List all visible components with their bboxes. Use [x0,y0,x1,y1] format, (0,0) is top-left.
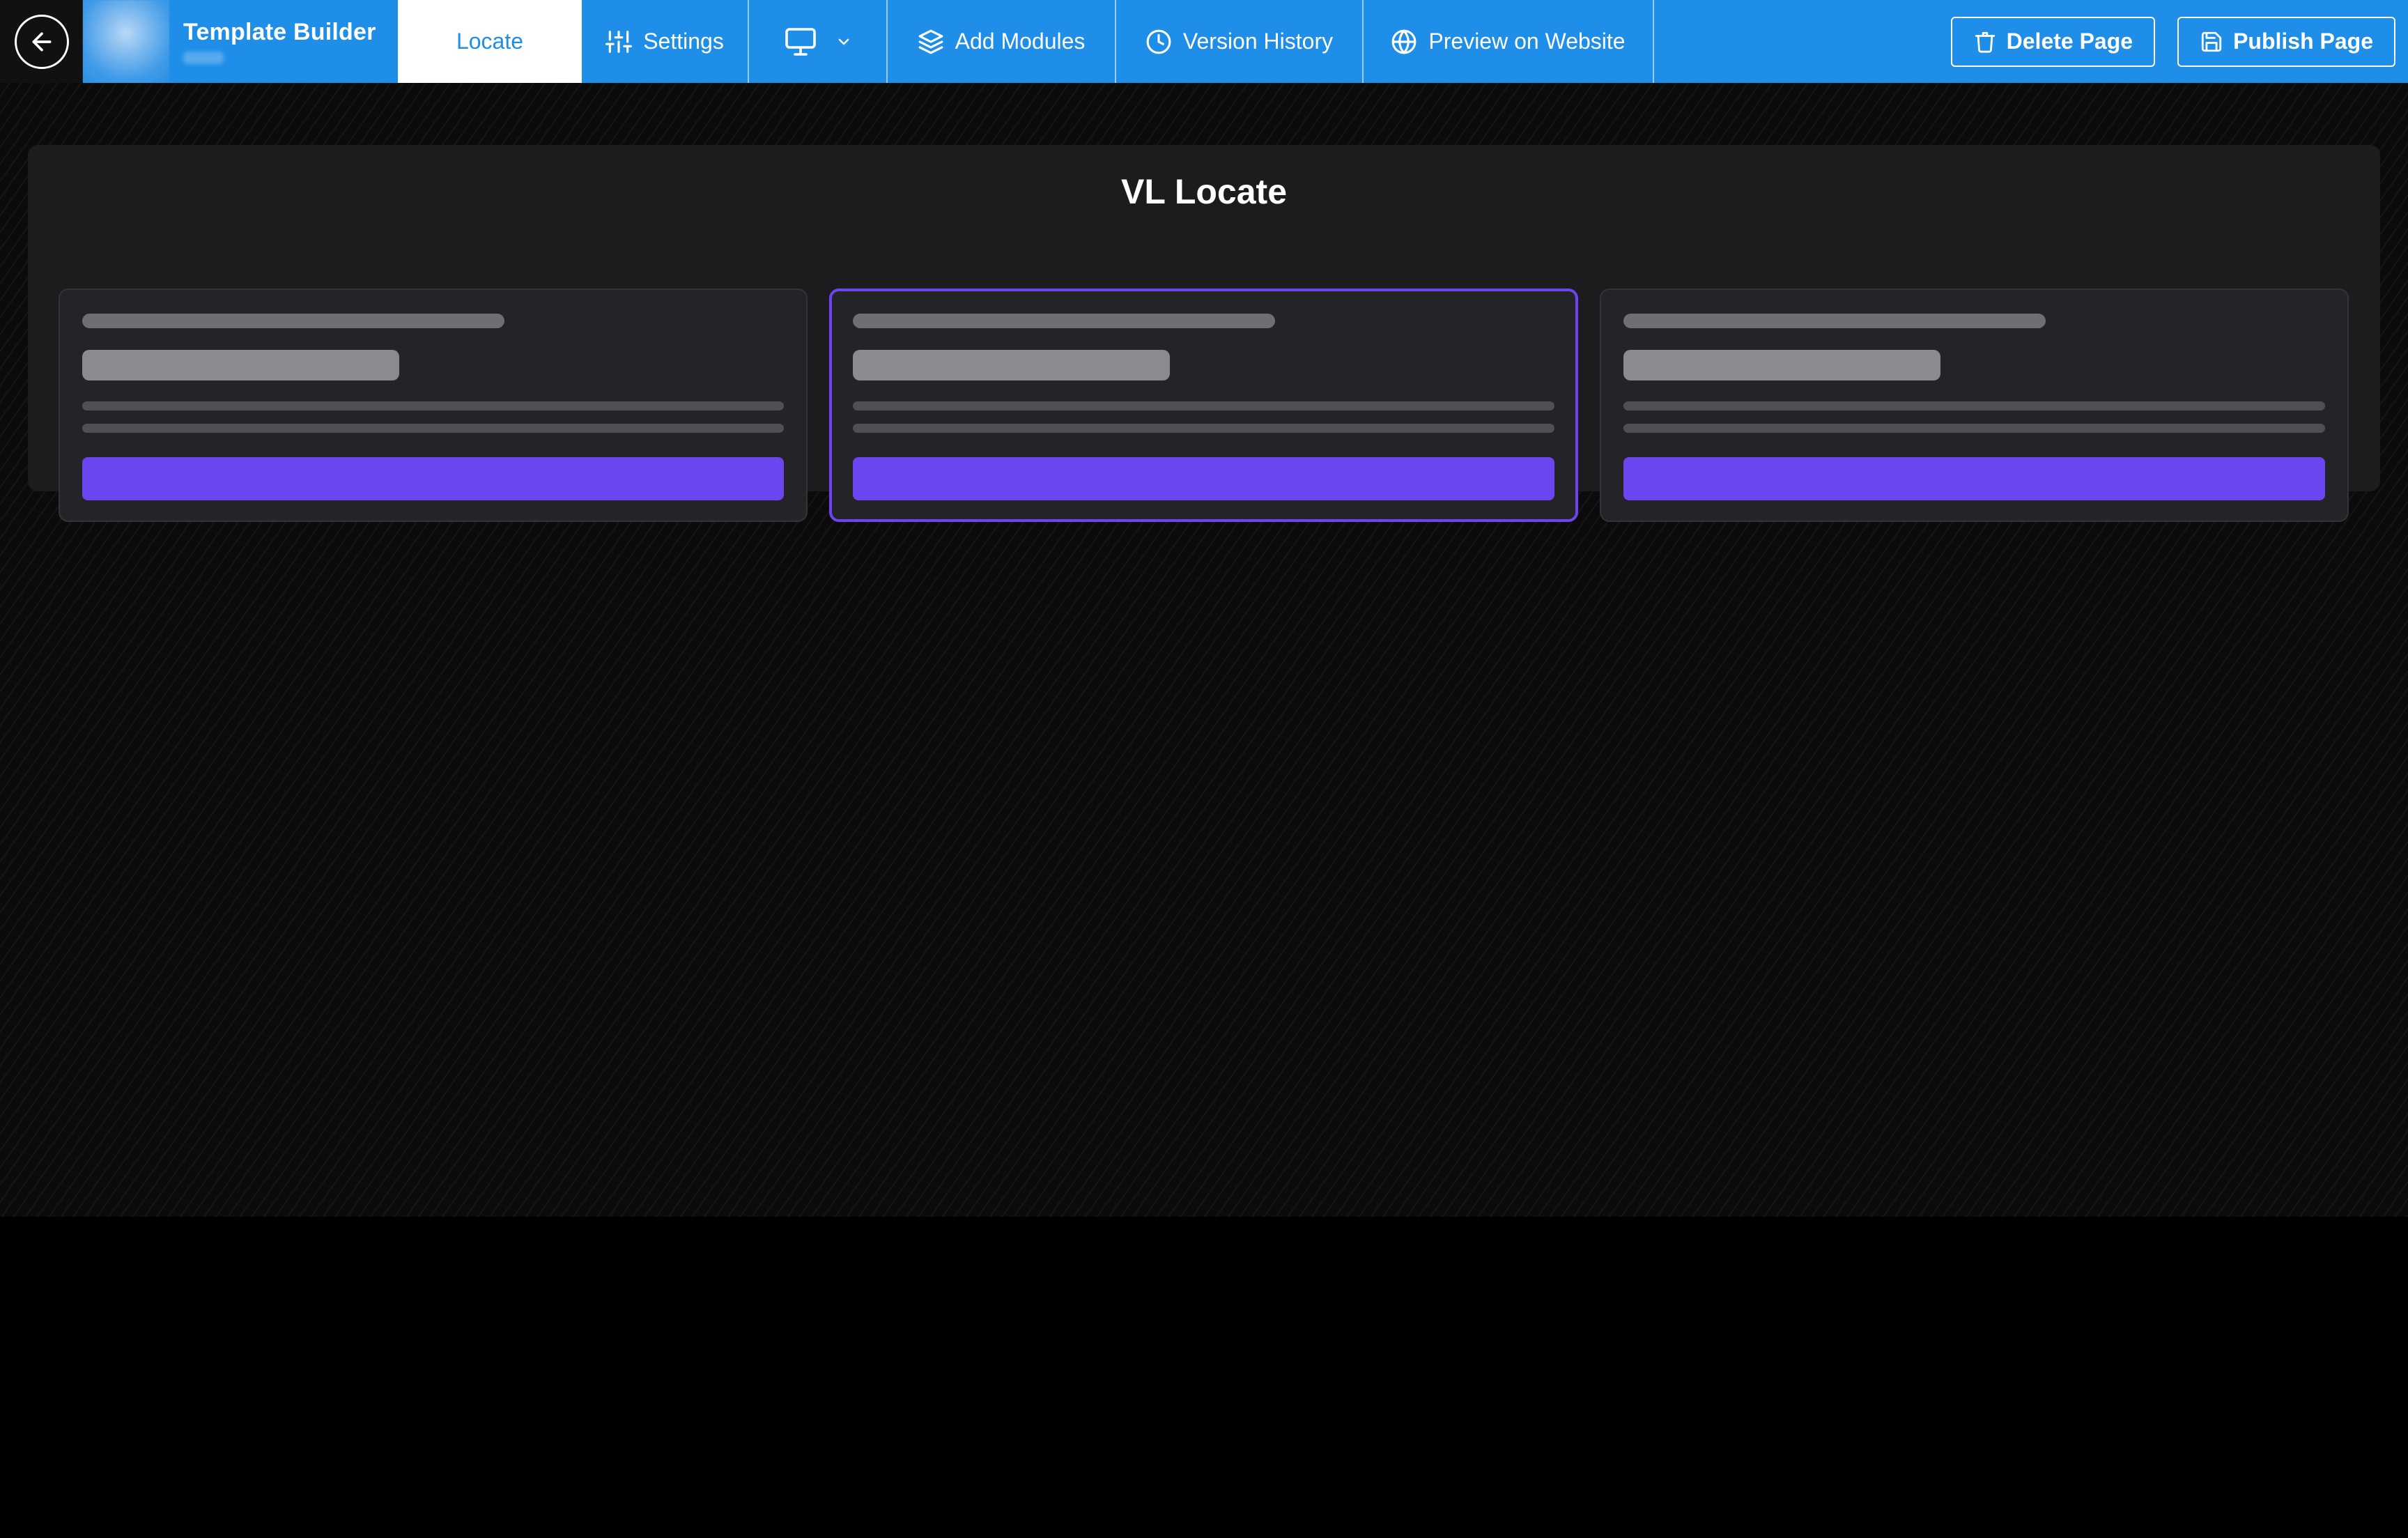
module-title: VL Locate [1120,172,1288,211]
bottom-blank-area [0,1217,2408,1538]
publish-page-label: Publish Page [2233,29,2373,54]
delete-page-label: Delete Page [2006,29,2133,54]
skeleton-line [82,314,504,328]
clock-icon [1145,29,1172,55]
skeleton-line [853,401,1554,410]
editor-canvas: VL Locate [0,83,2408,1217]
skeleton-button[interactable] [82,457,784,500]
trash-icon [1973,30,1997,54]
delete-page-button[interactable]: Delete Page [1950,16,2156,67]
preview-website-button[interactable]: Preview on Website [1364,0,1654,83]
location-card-3[interactable] [1600,289,2349,522]
skeleton-line [82,401,784,410]
arrow-left-icon [14,14,69,69]
preview-label: Preview on Website [1428,29,1626,54]
save-icon [2200,30,2223,54]
settings-button[interactable]: Settings [582,0,749,83]
monitor-icon [784,26,817,57]
skeleton-button[interactable] [853,457,1554,500]
version-history-button[interactable]: Version History [1116,0,1364,83]
back-button[interactable] [0,0,83,83]
settings-label: Settings [643,29,724,54]
location-card-1[interactable] [59,289,808,522]
skeleton-line [82,424,784,433]
locate-module[interactable]: VL Locate [28,145,2380,522]
skeleton-line [1623,314,2046,328]
location-card-2-selected[interactable] [829,289,1578,522]
publish-page-button[interactable]: Publish Page [2177,16,2395,67]
template-thumbnail [83,0,169,83]
version-history-label: Version History [1182,29,1334,54]
layers-icon [918,29,944,55]
blurred-subtitle [183,52,224,64]
skeleton-heading [853,350,1170,380]
globe-icon [1391,29,1417,55]
skeleton-line [1623,401,2325,410]
sliders-icon [605,29,633,55]
skeleton-line [1623,424,2325,433]
skeleton-heading [1623,350,1940,380]
add-modules-button[interactable]: Add Modules [888,0,1116,83]
device-preview-dropdown[interactable] [749,0,888,83]
skeleton-button[interactable] [1623,457,2325,500]
chevron-down-icon [835,33,852,50]
skeleton-heading [82,350,399,380]
add-modules-label: Add Modules [955,29,1086,54]
app-title: Template Builder [183,19,376,45]
template-brand: Template Builder [83,0,398,83]
top-toolbar: Template Builder Locate Settings Add Mod… [0,0,2408,83]
tab-locate[interactable]: Locate [398,0,582,83]
skeleton-line [853,424,1554,433]
skeleton-line [853,314,1275,328]
